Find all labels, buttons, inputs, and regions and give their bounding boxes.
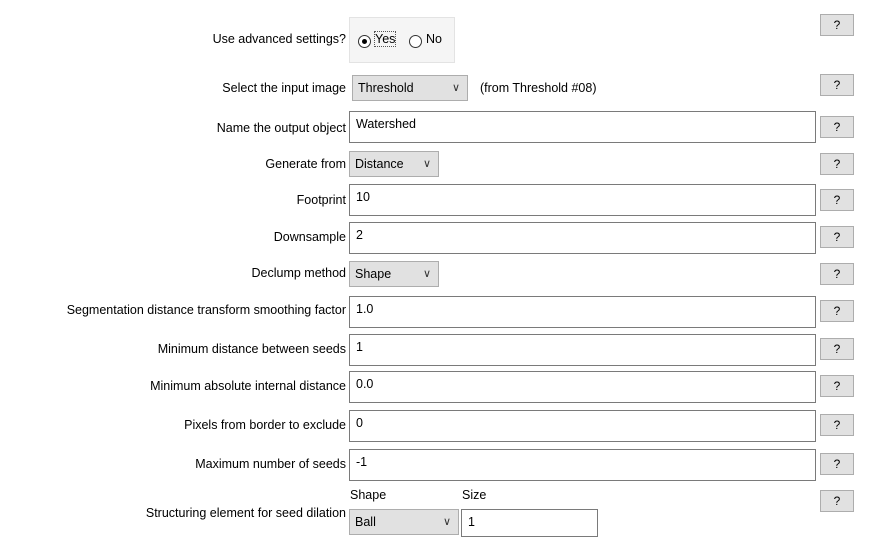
input-image-select[interactable]: Threshold ∨ <box>352 75 468 101</box>
shape-column-header: Shape <box>350 488 387 502</box>
help-button-footprint[interactable]: ? <box>820 189 854 211</box>
output-object-input[interactable]: Watershed <box>349 111 816 143</box>
help-button-advanced[interactable]: ? <box>820 14 854 36</box>
generate-from-select[interactable]: Distance ∨ <box>349 151 439 177</box>
help-button-output-object[interactable]: ? <box>820 116 854 138</box>
structuring-shape-value: Ball <box>355 515 376 529</box>
footprint-input[interactable]: 10 <box>349 184 816 216</box>
max-seeds-input[interactable]: -1 <box>349 449 816 481</box>
downsample-input[interactable]: 2 <box>349 222 816 254</box>
help-button-min-internal[interactable]: ? <box>820 375 854 397</box>
yes-radio-label[interactable]: Yes <box>373 31 397 47</box>
structuring-size-input[interactable]: 1 <box>461 509 598 537</box>
chevron-down-icon: ∨ <box>442 516 451 528</box>
input-image-label: Select the input image <box>222 81 346 95</box>
min-internal-distance-input[interactable]: 0.0 <box>349 371 816 403</box>
no-radio-label[interactable]: No <box>426 32 442 46</box>
smoothing-factor-label: Segmentation distance transform smoothin… <box>66 303 346 317</box>
help-button-min-distance[interactable]: ? <box>820 338 854 360</box>
structuring-shape-select[interactable]: Ball ∨ <box>349 509 459 535</box>
border-pixels-input[interactable]: 0 <box>349 410 816 442</box>
max-seeds-label: Maximum number of seeds <box>195 457 346 471</box>
help-button-downsample[interactable]: ? <box>820 226 854 248</box>
min-distance-input[interactable]: 1 <box>349 334 816 366</box>
border-pixels-label: Pixels from border to exclude <box>184 418 346 432</box>
yes-radio[interactable] <box>358 35 371 48</box>
help-button-generate-from[interactable]: ? <box>820 153 854 175</box>
input-image-value: Threshold <box>358 81 414 95</box>
min-internal-distance-label: Minimum absolute internal distance <box>150 379 346 393</box>
chevron-down-icon: ∨ <box>422 158 431 170</box>
declump-method-select[interactable]: Shape ∨ <box>349 261 439 287</box>
size-column-header: Size <box>462 488 487 502</box>
generate-from-value: Distance <box>355 157 404 171</box>
help-button-max-seeds[interactable]: ? <box>820 453 854 475</box>
structuring-element-label: Structuring element for seed dilation <box>145 506 346 520</box>
advanced-settings-label: Use advanced settings? <box>212 32 346 46</box>
help-button-smoothing[interactable]: ? <box>820 300 854 322</box>
help-button-border[interactable]: ? <box>820 414 854 436</box>
downsample-label: Downsample <box>273 230 346 244</box>
declump-method-value: Shape <box>355 267 392 281</box>
declump-method-label: Declump method <box>251 266 347 280</box>
min-distance-label: Minimum distance between seeds <box>157 342 346 356</box>
footprint-label: Footprint <box>296 193 346 207</box>
generate-from-label: Generate from <box>265 157 346 171</box>
output-object-label: Name the output object <box>216 121 346 135</box>
chevron-down-icon: ∨ <box>451 82 460 94</box>
smoothing-factor-input[interactable]: 1.0 <box>349 296 816 328</box>
advanced-settings-radio-group: Yes No <box>349 17 455 63</box>
help-button-declump[interactable]: ? <box>820 263 854 285</box>
help-button-structuring[interactable]: ? <box>820 490 854 512</box>
chevron-down-icon: ∨ <box>422 268 431 280</box>
help-button-input-image[interactable]: ? <box>820 74 854 96</box>
input-image-source-note: (from Threshold #08) <box>480 81 597 95</box>
no-radio[interactable] <box>409 35 422 48</box>
